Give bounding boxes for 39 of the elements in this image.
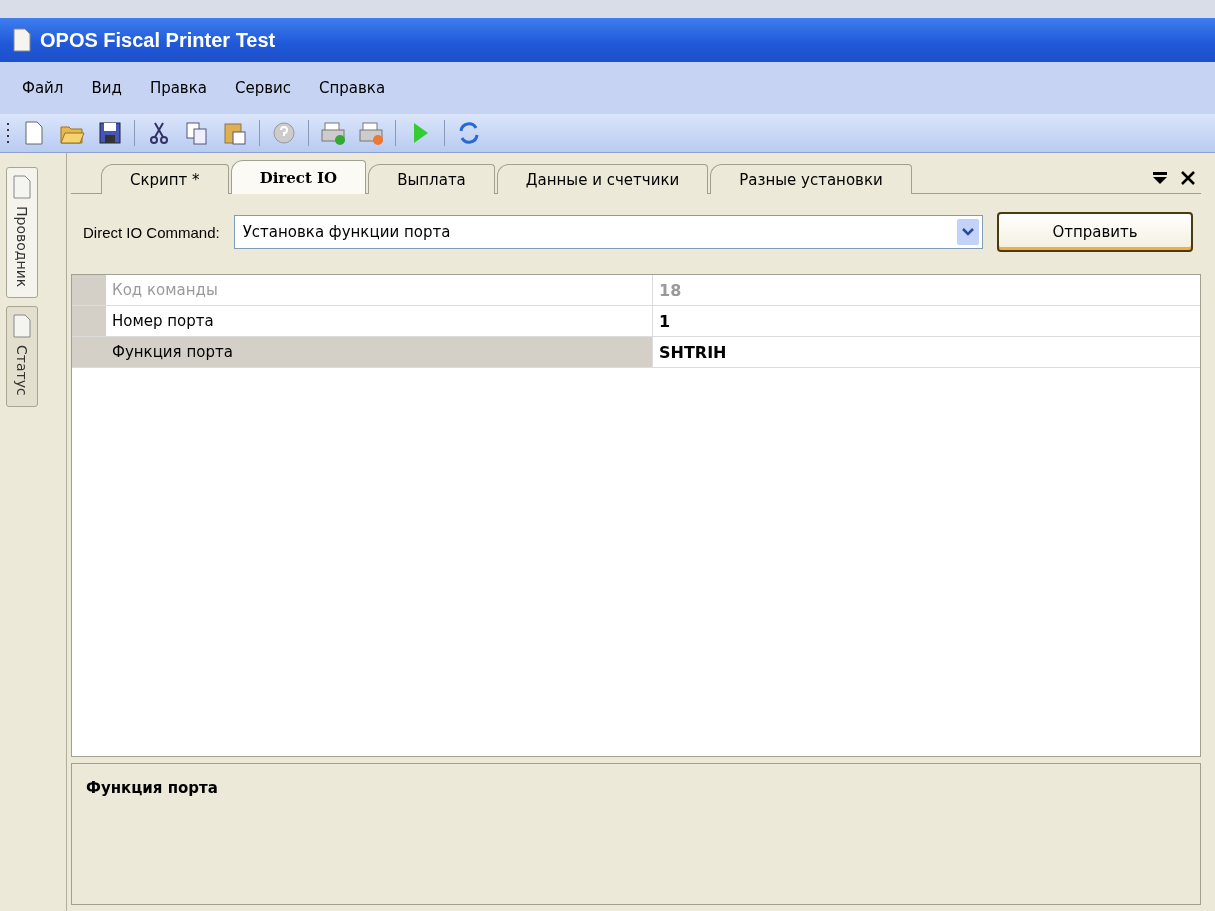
menu-item[interactable]: Сервис [234, 79, 292, 97]
row-header [72, 306, 106, 336]
printer-remove-button[interactable] [357, 119, 385, 147]
menu-item[interactable]: Правка [149, 79, 207, 97]
document-icon [12, 313, 32, 340]
save-icon [96, 119, 124, 147]
printer-remove-icon [357, 119, 385, 147]
printer-add-icon [319, 119, 347, 147]
description-title: Функция порта [86, 779, 218, 797]
row-header [72, 275, 106, 305]
tab[interactable]: Скрипт * [101, 164, 229, 194]
grip-icon [6, 121, 10, 145]
menu-item[interactable]: Файл [22, 79, 64, 97]
tab[interactable]: Direct IO [230, 160, 367, 194]
document-icon [12, 27, 32, 53]
command-label: Direct IO Command: [83, 223, 220, 241]
close-icon[interactable] [1181, 171, 1195, 185]
dropdown-menu-icon[interactable] [1153, 172, 1167, 184]
property-value[interactable]: SHTRIH [653, 337, 1200, 367]
dropdown-button[interactable] [957, 219, 979, 245]
side-tab[interactable]: Проводник [6, 167, 38, 299]
printer-add-button[interactable] [319, 119, 347, 147]
property-value[interactable]: 1 [653, 306, 1200, 336]
chevron-down-icon [962, 228, 974, 236]
tab[interactable]: Данные и счетчики [496, 164, 709, 194]
save-button[interactable] [96, 119, 124, 147]
property-name[interactable]: Функция порта [106, 337, 653, 367]
menu-item[interactable]: Вид [91, 79, 122, 97]
row-header [72, 337, 106, 367]
command-dropdown[interactable]: Установка функции порта [233, 215, 983, 249]
document-icon [12, 174, 32, 200]
help-button[interactable] [270, 119, 298, 147]
menu-item[interactable]: Справка [319, 79, 386, 97]
side-tab[interactable]: Статус [6, 306, 38, 407]
window-title: OPOS Fiscal Printer Test [40, 28, 276, 52]
tab[interactable]: Выплата [368, 164, 495, 194]
help-icon [270, 119, 298, 147]
tab[interactable]: Разные установки [710, 164, 912, 194]
send-button[interactable]: Отправить [997, 212, 1193, 252]
